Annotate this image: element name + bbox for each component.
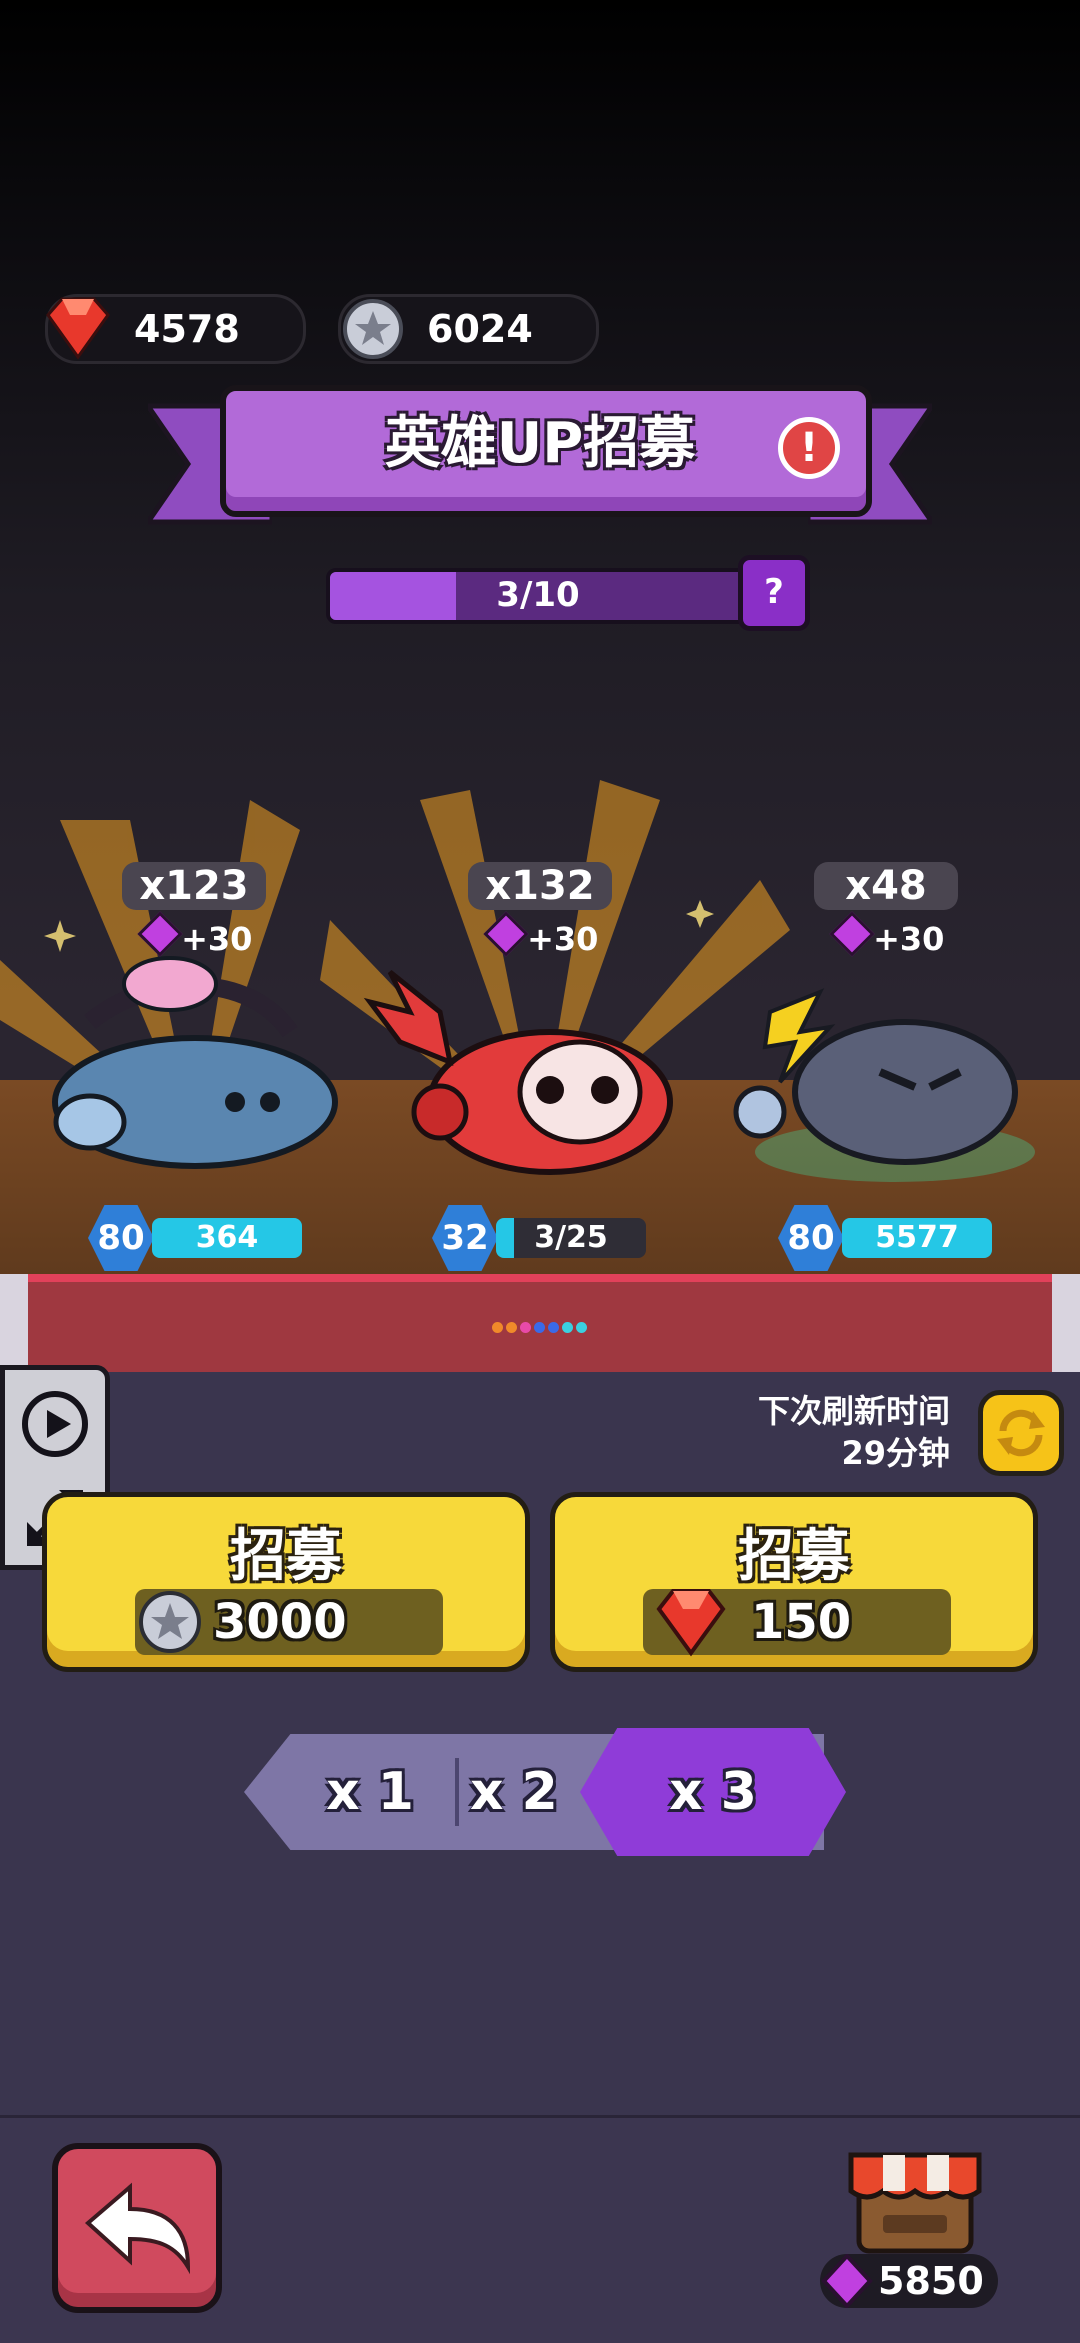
hero-exp-text: 5577: [875, 1220, 959, 1255]
page-dot: [576, 1322, 587, 1333]
page-dot: [492, 1322, 503, 1333]
hero-card-2[interactable]: x132 +30 32 3/25: [360, 862, 700, 1272]
hero-count: x123: [122, 862, 266, 910]
page-dot: [562, 1322, 573, 1333]
storm-cloud-hero: [733, 988, 1035, 1182]
hero-exp-text: 3/25: [534, 1220, 608, 1255]
recruit-cost-text: 150: [751, 1594, 852, 1650]
stage-pillar-left: [0, 1274, 28, 1372]
hero-bonus: +30: [483, 911, 630, 962]
recruit-label: 招募: [738, 1524, 850, 1589]
refresh-timer: 下次刷新时间 29分钟: [680, 1390, 950, 1474]
red-gem-icon: [656, 1589, 726, 1657]
hero-bonus-text: +30: [873, 920, 945, 958]
red-dragon-hero: [363, 970, 673, 1175]
shop-stall-icon: [848, 2152, 982, 2254]
hero-card-3[interactable]: x48 +30 80 5577: [720, 862, 1060, 1272]
multiplier-x1[interactable]: x 1: [300, 1758, 440, 1826]
refresh-button[interactable]: [978, 1390, 1064, 1476]
gem-counter[interactable]: 4578: [45, 294, 306, 364]
coin-counter[interactable]: 6024: [338, 294, 599, 364]
silver-coin-icon: [139, 1591, 201, 1653]
progress-text: 3/10: [496, 575, 580, 615]
recruit-gem-button[interactable]: 招募 150: [550, 1492, 1038, 1672]
hero-card-1[interactable]: x123 +30 80 364: [20, 862, 360, 1272]
hero-bonus-text: +30: [527, 920, 599, 958]
hero-level: 80: [778, 1205, 844, 1271]
multiplier-divider: [455, 1758, 459, 1826]
multiplier-x3[interactable]: x 3: [580, 1758, 846, 1826]
gem-count: 4578: [134, 307, 240, 351]
help-button[interactable]: ?: [738, 555, 810, 631]
purple-gem-icon: [483, 911, 529, 957]
refresh-label: 下次刷新时间: [757, 1392, 950, 1430]
purple-gem-icon: [829, 911, 875, 957]
recruit-label: 招募: [230, 1524, 342, 1589]
page-dot: [506, 1322, 517, 1333]
back-arrow-icon: [84, 2182, 191, 2275]
hero-count: x132: [468, 862, 612, 910]
silver-coin-icon: [343, 299, 403, 359]
blue-fish-hero: [52, 956, 338, 1169]
hero-level: 80: [88, 1205, 154, 1271]
red-gem-icon: [46, 297, 110, 360]
hero-exp-text: 364: [195, 1220, 259, 1255]
recruit-cost: 150: [643, 1589, 951, 1657]
refresh-time: 29分钟: [841, 1434, 950, 1472]
recruit-coin-button[interactable]: 招募 3000: [42, 1492, 530, 1672]
back-button[interactable]: [52, 2143, 222, 2313]
recruit-cost-text: 3000: [213, 1594, 347, 1650]
shop-button[interactable]: [845, 2145, 985, 2280]
coin-count: 6024: [427, 307, 533, 351]
page-dot: [534, 1322, 545, 1333]
hero-bonus: +30: [829, 911, 976, 962]
page-dot: [548, 1322, 559, 1333]
page-dot: [520, 1322, 531, 1333]
multiplier-x2[interactable]: x 2: [470, 1758, 580, 1826]
alert-icon[interactable]: !: [778, 417, 840, 479]
banner-title: 英雄UP招募: [384, 411, 696, 476]
recruit-cost: 3000: [135, 1589, 443, 1655]
hero-count: x48: [814, 862, 958, 910]
play-icon[interactable]: [19, 1388, 91, 1460]
hero-level: 32: [432, 1205, 498, 1271]
stage-pillar-right: [1052, 1274, 1080, 1372]
refresh-icon: [997, 1409, 1045, 1457]
